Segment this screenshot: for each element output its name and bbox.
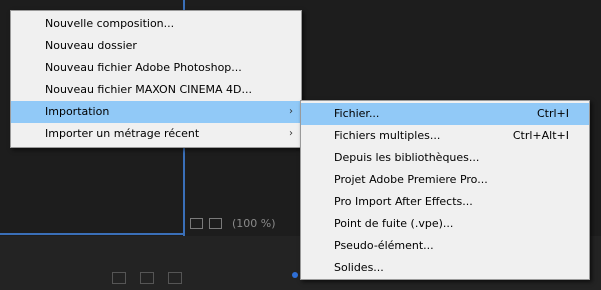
- timeline-tool-icon[interactable]: [168, 272, 182, 284]
- submenu-item-multiple-files[interactable]: Fichiers multiples... Ctrl+Alt+I: [301, 125, 589, 147]
- submenu-item-vanishing-point[interactable]: Point de fuite (.vpe)...: [301, 213, 589, 235]
- playhead[interactable]: [292, 272, 298, 278]
- menu-item-label: Nouveau fichier Adobe Photoshop...: [45, 61, 242, 74]
- submenu-item-premiere-project[interactable]: Projet Adobe Premiere Pro...: [301, 169, 589, 191]
- submenu-item-file[interactable]: Fichier... Ctrl+I: [301, 103, 589, 125]
- menu-item-label: Fichiers multiples...: [334, 129, 441, 142]
- menu-item-import-recent-footage[interactable]: Importer un métrage récent ›: [11, 123, 301, 145]
- menu-item-new-photoshop-file[interactable]: Nouveau fichier Adobe Photoshop...: [11, 57, 301, 79]
- import-submenu: Fichier... Ctrl+I Fichiers multiples... …: [300, 100, 590, 280]
- menu-item-new-folder[interactable]: Nouveau dossier: [11, 35, 301, 57]
- menu-item-import[interactable]: Importation ›: [11, 101, 301, 123]
- chevron-right-icon: ›: [289, 128, 293, 139]
- timeline-tool-icon[interactable]: [140, 272, 154, 284]
- submenu-item-solids[interactable]: Solides...: [301, 257, 589, 279]
- submenu-item-pro-import[interactable]: Pro Import After Effects...: [301, 191, 589, 213]
- submenu-item-from-libraries[interactable]: Depuis les bibliothèques...: [301, 147, 589, 169]
- panel-border-bottom: [0, 233, 185, 235]
- menu-item-label: Pseudo-élément...: [334, 239, 434, 252]
- shortcut-label: Ctrl+I: [536, 107, 569, 120]
- menu-item-label: Projet Adobe Premiere Pro...: [334, 173, 488, 186]
- shortcut-label: Ctrl+Alt+I: [512, 129, 569, 142]
- menu-item-label: Importer un métrage récent: [45, 127, 200, 140]
- menu-item-new-cinema4d-file[interactable]: Nouveau fichier MAXON CINEMA 4D...: [11, 79, 301, 101]
- menu-item-label: Point de fuite (.vpe)...: [334, 217, 454, 230]
- chevron-right-icon: ›: [289, 106, 293, 117]
- menu-item-label: Importation: [45, 105, 110, 118]
- zoom-level[interactable]: (100 %): [232, 217, 276, 230]
- menu-item-new-composition[interactable]: Nouvelle composition...: [11, 13, 301, 35]
- region-of-interest-icon[interactable]: [190, 217, 203, 229]
- monitor-icon[interactable]: [209, 217, 222, 229]
- menu-item-label: Nouveau fichier MAXON CINEMA 4D...: [45, 83, 253, 96]
- menu-item-label: Nouvelle composition...: [45, 17, 175, 30]
- submenu-item-placeholder[interactable]: Pseudo-élément...: [301, 235, 589, 257]
- viewer-toolbar: (100 %): [190, 213, 276, 233]
- timeline-tool-icon[interactable]: [112, 272, 126, 284]
- menu-item-label: Fichier...: [334, 107, 380, 120]
- menu-item-label: Solides...: [334, 261, 384, 274]
- new-context-menu: Nouvelle composition... Nouveau dossier …: [10, 10, 302, 148]
- menu-item-label: Nouveau dossier: [45, 39, 137, 52]
- menu-item-label: Pro Import After Effects...: [334, 195, 473, 208]
- menu-item-label: Depuis les bibliothèques...: [334, 151, 480, 164]
